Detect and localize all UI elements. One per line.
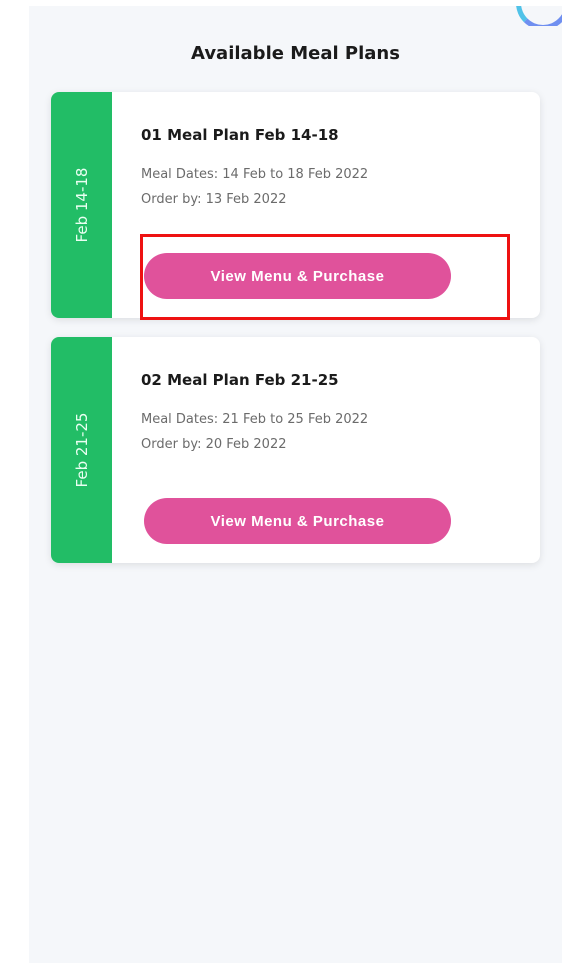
view-menu-purchase-button[interactable]: View Menu & Purchase xyxy=(144,498,451,544)
order-by-text: Order by: 13 Feb 2022 xyxy=(141,192,287,207)
meal-plan-title: 02 Meal Plan Feb 21-25 xyxy=(141,371,339,389)
corner-accent-decoration xyxy=(514,6,562,26)
date-range-tab: Feb 14-18 xyxy=(51,92,112,318)
page-title: Available Meal Plans xyxy=(191,43,400,64)
date-range-label: Feb 14-18 xyxy=(72,167,91,243)
order-by-text: Order by: 20 Feb 2022 xyxy=(141,437,287,452)
meal-plan-title: 01 Meal Plan Feb 14-18 xyxy=(141,126,339,144)
date-range-tab: Feb 21-25 xyxy=(51,337,112,563)
meal-plan-card-1: Feb 14-18 01 Meal Plan Feb 14-18 Meal Da… xyxy=(51,92,540,318)
date-range-label: Feb 21-25 xyxy=(72,412,91,488)
meal-plan-card-2: Feb 21-25 02 Meal Plan Feb 21-25 Meal Da… xyxy=(51,337,540,563)
meal-dates-text: Meal Dates: 14 Feb to 18 Feb 2022 xyxy=(141,167,369,182)
view-menu-purchase-button[interactable]: View Menu & Purchase xyxy=(144,253,451,299)
meal-dates-text: Meal Dates: 21 Feb to 25 Feb 2022 xyxy=(141,412,369,427)
